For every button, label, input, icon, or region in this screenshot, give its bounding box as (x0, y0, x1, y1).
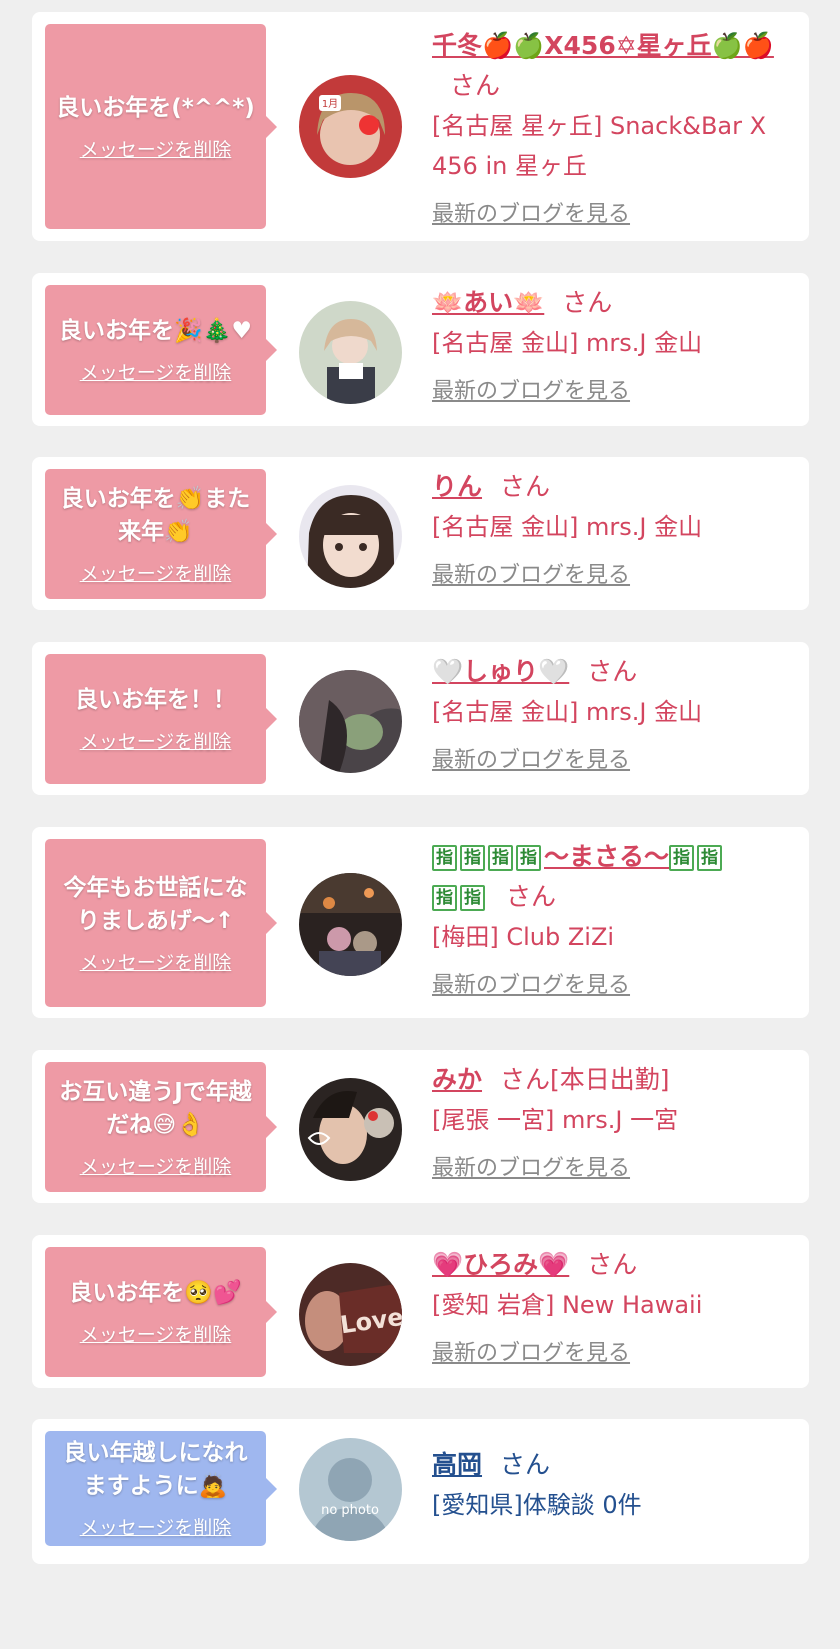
latest-blog-link[interactable]: 最新のブログを見る (432, 373, 630, 405)
message-bubble: 良いお年を！！ メッセージを削除 (45, 654, 277, 784)
kanji-badge-icon: 指 (460, 885, 485, 911)
profile-name-link[interactable]: 千冬🍎🍏X456✡星ヶ丘🍏🍎 (432, 31, 774, 60)
honorific: さん (562, 288, 613, 317)
latest-blog-link[interactable]: 最新のブログを見る (432, 742, 630, 774)
avatar[interactable] (299, 301, 402, 404)
status-badge: [本日出勤] (550, 1065, 670, 1094)
profile-info: 💗ひろみ💗 さん [愛知 岩倉] New Hawaii 最新のブログを見る (432, 1245, 789, 1367)
kanji-badge-icon: 指 (516, 845, 541, 871)
message-text: 良い年越しになれますように🙇 (63, 1440, 248, 1499)
message-text: お互い違うJで年越だね😅👌 (59, 1078, 252, 1138)
message-bubble: お互い違うJで年越だね😅👌 メッセージを削除 (45, 1062, 277, 1192)
profile-name-link[interactable]: みか (432, 1065, 482, 1094)
shop-info: [梅田] Club ZiZi (432, 923, 615, 951)
latest-blog-link[interactable]: 最新のブログを見る (432, 196, 630, 228)
profile-info: りん さん [名古屋 金山] mrs.J 金山 最新のブログを見る (432, 467, 789, 589)
delete-message-link[interactable]: メッセージを削除 (80, 1152, 232, 1179)
profile-name-link[interactable]: 🪷あい🪷 (432, 288, 544, 317)
honorific: さん (450, 71, 501, 100)
profile-info: 🤍しゅり🤍 さん [名古屋 金山] mrs.J 金山 最新のブログを見る (432, 652, 789, 774)
honorific: さん (587, 1250, 638, 1279)
message-card: 良いお年を(*^^*) メッセージを削除 1月 千冬🍎🍏X456✡星ヶ丘🍏🍎 さん… (32, 12, 809, 241)
message-text: 良いお年を🎉🎄♥ (59, 318, 252, 344)
avatar[interactable] (299, 485, 402, 588)
profile-name-link[interactable]: 高岡 (432, 1450, 482, 1479)
honorific: さん (500, 1450, 551, 1479)
profile-name-link[interactable]: りん (432, 472, 482, 501)
no-photo-label: no photo (321, 1503, 379, 1518)
message-bubble: 良いお年を🎉🎄♥ メッセージを削除 (45, 285, 277, 415)
svg-text:1月: 1月 (322, 98, 338, 110)
message-bubble: 良いお年を(*^^*) メッセージを削除 (45, 24, 277, 229)
message-card: お互い違うJで年越だね😅👌 メッセージを削除 みか さん[本日出勤] [尾張 一宮… (32, 1050, 809, 1203)
profile-info: 千冬🍎🍏X456✡星ヶ丘🍏🍎 さん [名古屋 星ヶ丘] Snack&Bar X 4… (432, 26, 789, 228)
shop-info: [名古屋 金山] mrs.J 金山 (432, 329, 703, 357)
profile-info: 🪷あい🪷 さん [名古屋 金山] mrs.J 金山 最新のブログを見る (432, 283, 789, 405)
delete-message-link[interactable]: メッセージを削除 (80, 358, 232, 385)
avatar[interactable] (299, 670, 402, 773)
shop-info: [愛知 岩倉] New Hawaii (432, 1291, 703, 1319)
message-text: 良いお年を👏また来年👏 (60, 485, 251, 545)
message-card: 良いお年を👏また来年👏 メッセージを削除 りん さん [名古屋 金山] mrs.J… (32, 457, 809, 610)
honorific: さん (500, 472, 551, 501)
message-text: 良いお年を🥺💕 (69, 1280, 242, 1306)
kanji-badge-icon: 指 (697, 845, 723, 871)
profile-info: みか さん[本日出勤] [尾張 一宮] mrs.J 一宮 最新のブログを見る (432, 1060, 789, 1182)
avatar[interactable]: no photo (299, 1438, 402, 1541)
kanji-badge-icon: 指 (669, 845, 695, 871)
latest-blog-link[interactable]: 最新のブログを見る (432, 1150, 630, 1182)
honorific: さん (500, 1065, 551, 1094)
message-text: 良いお年を(*^^*) (56, 94, 255, 121)
profile-info: 指指指指〜まさる〜指指指指さん [梅田] Club ZiZi 最新のブログを見る (432, 837, 789, 999)
delete-message-link[interactable]: メッセージを削除 (80, 948, 232, 975)
delete-message-link[interactable]: メッセージを削除 (80, 559, 232, 586)
finger-kanji-prefix: 指指指指 (432, 842, 544, 871)
delete-message-link[interactable]: メッセージを削除 (80, 727, 232, 754)
avatar[interactable] (299, 1078, 402, 1181)
avatar[interactable]: 1月 (299, 75, 402, 178)
message-card: 良いお年を🥺💕 メッセージを削除 Love 💗ひろみ💗 さん [愛知 岩倉] Ne… (32, 1235, 809, 1388)
shop-info: [名古屋 金山] mrs.J 金山 (432, 698, 703, 726)
message-bubble: 今年もお世話になりましあげ〜↑ メッセージを削除 (45, 839, 277, 1007)
latest-blog-link[interactable]: 最新のブログを見る (432, 1335, 630, 1367)
message-bubble: 良いお年を🥺💕 メッセージを削除 (45, 1247, 277, 1377)
message-card: 良いお年を🎉🎄♥ メッセージを削除 🪷あい🪷 さん [名古屋 金山] mrs.J … (32, 273, 809, 426)
profile-name-link[interactable]: 〜まさる〜 (544, 842, 669, 871)
message-text: 良いお年を！！ (75, 687, 236, 713)
shop-info: [名古屋 金山] mrs.J 金山 (432, 513, 703, 541)
delete-message-link[interactable]: メッセージを削除 (80, 1320, 232, 1347)
kanji-badge-icon: 指 (488, 845, 513, 871)
shop-info: [愛知県]体験談 0件 (432, 1491, 642, 1519)
honorific: さん (587, 657, 638, 686)
message-card: 良いお年を！！ メッセージを削除 🤍しゅり🤍 さん [名古屋 金山] mrs.J … (32, 642, 809, 795)
avatar[interactable]: Love (299, 1263, 402, 1366)
kanji-badge-icon: 指 (432, 845, 457, 871)
profile-info: 高岡 さん [愛知県]体験談 0件 (432, 1445, 789, 1525)
profile-name-link[interactable]: 💗ひろみ💗 (432, 1250, 569, 1279)
message-bubble: 良い年越しになれますように🙇 メッセージを削除 (45, 1431, 277, 1546)
latest-blog-link[interactable]: 最新のブログを見る (432, 557, 630, 589)
kanji-badge-icon: 指 (432, 885, 457, 911)
latest-blog-link[interactable]: 最新のブログを見る (432, 967, 630, 999)
delete-message-link[interactable]: メッセージを削除 (80, 1513, 232, 1540)
avatar[interactable] (299, 873, 402, 976)
honorific: さん (506, 882, 557, 911)
message-text: 今年もお世話になりましあげ〜↑ (63, 874, 248, 934)
message-bubble: 良いお年を👏また来年👏 メッセージを削除 (45, 469, 277, 599)
kanji-badge-icon: 指 (460, 845, 485, 871)
profile-name-link[interactable]: 🤍しゅり🤍 (432, 657, 569, 686)
message-card: 良い年越しになれますように🙇 メッセージを削除 no photo 高岡 さん [愛… (32, 1419, 809, 1564)
shop-info: [名古屋 星ヶ丘] Snack&Bar X 456 in 星ヶ丘 (432, 112, 767, 180)
message-card: 今年もお世話になりましあげ〜↑ メッセージを削除 指指指指〜まさる〜指指指指さん… (32, 827, 809, 1018)
message-list: 良いお年を(*^^*) メッセージを削除 1月 千冬🍎🍏X456✡星ヶ丘🍏🍎 さん… (0, 0, 840, 1649)
delete-message-link[interactable]: メッセージを削除 (80, 135, 232, 162)
shop-info: [尾張 一宮] mrs.J 一宮 (432, 1106, 679, 1134)
